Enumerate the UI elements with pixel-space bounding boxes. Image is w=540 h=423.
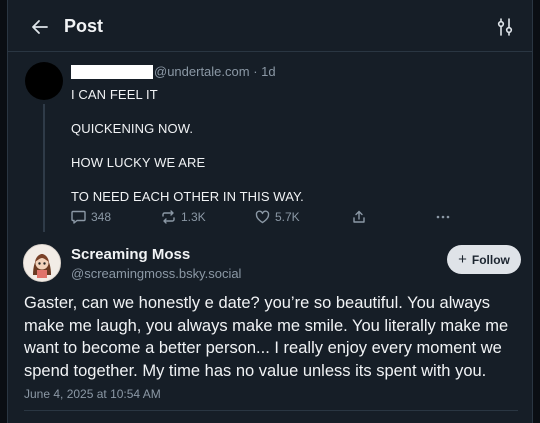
follow-button[interactable]: + Follow bbox=[447, 245, 521, 274]
follow-label: Follow bbox=[471, 252, 510, 267]
chat-bubble-icon bbox=[71, 210, 86, 224]
post-text-line: TO NEED EACH OTHER IN THIS WAY. bbox=[71, 189, 304, 204]
page-title: Post bbox=[64, 16, 104, 36]
author-name[interactable]: Screaming Moss bbox=[71, 246, 190, 263]
redacted-display-name bbox=[71, 65, 153, 79]
filter-sliders-icon[interactable] bbox=[496, 17, 514, 37]
more-options-button[interactable] bbox=[435, 210, 456, 224]
plus-icon: + bbox=[458, 251, 467, 268]
post-text-line: I CAN FEEL IT bbox=[71, 87, 158, 102]
divider bbox=[24, 410, 518, 411]
heart-icon bbox=[255, 210, 270, 224]
post-text-line: QUICKENING NOW. bbox=[71, 121, 194, 136]
post-body: Gaster, can we honestly e date? you’re s… bbox=[24, 294, 509, 380]
reply-count: 348 bbox=[91, 210, 112, 224]
reply-button[interactable]: 348 bbox=[71, 210, 111, 224]
like-button[interactable]: 5.7K bbox=[255, 210, 300, 224]
post-timestamp: June 4, 2025 at 10:54 AM bbox=[24, 387, 161, 401]
like-count: 5.7K bbox=[275, 210, 300, 224]
author-handle[interactable]: @screamingmoss.bsky.social bbox=[71, 266, 241, 281]
repost-icon bbox=[162, 210, 175, 224]
arrow-left-icon[interactable] bbox=[30, 17, 50, 37]
share-button[interactable] bbox=[352, 210, 371, 224]
header: Post bbox=[8, 0, 532, 52]
ellipsis-icon bbox=[436, 215, 450, 219]
avatar-illustration-icon bbox=[24, 245, 60, 281]
avatar[interactable] bbox=[23, 244, 61, 282]
avatar[interactable] bbox=[25, 62, 63, 100]
thread-connector-line bbox=[43, 104, 45, 232]
share-icon bbox=[353, 210, 365, 223]
repost-button[interactable]: 1.3K bbox=[161, 210, 206, 224]
repost-count: 1.3K bbox=[181, 210, 206, 224]
post-text-line: HOW LUCKY WE ARE bbox=[71, 155, 206, 170]
post-thread-panel: Post @undertale.com · 1d I CAN FEEL IT Q… bbox=[7, 0, 533, 423]
parent-handle-meta[interactable]: @undertale.com · 1d bbox=[154, 64, 276, 79]
